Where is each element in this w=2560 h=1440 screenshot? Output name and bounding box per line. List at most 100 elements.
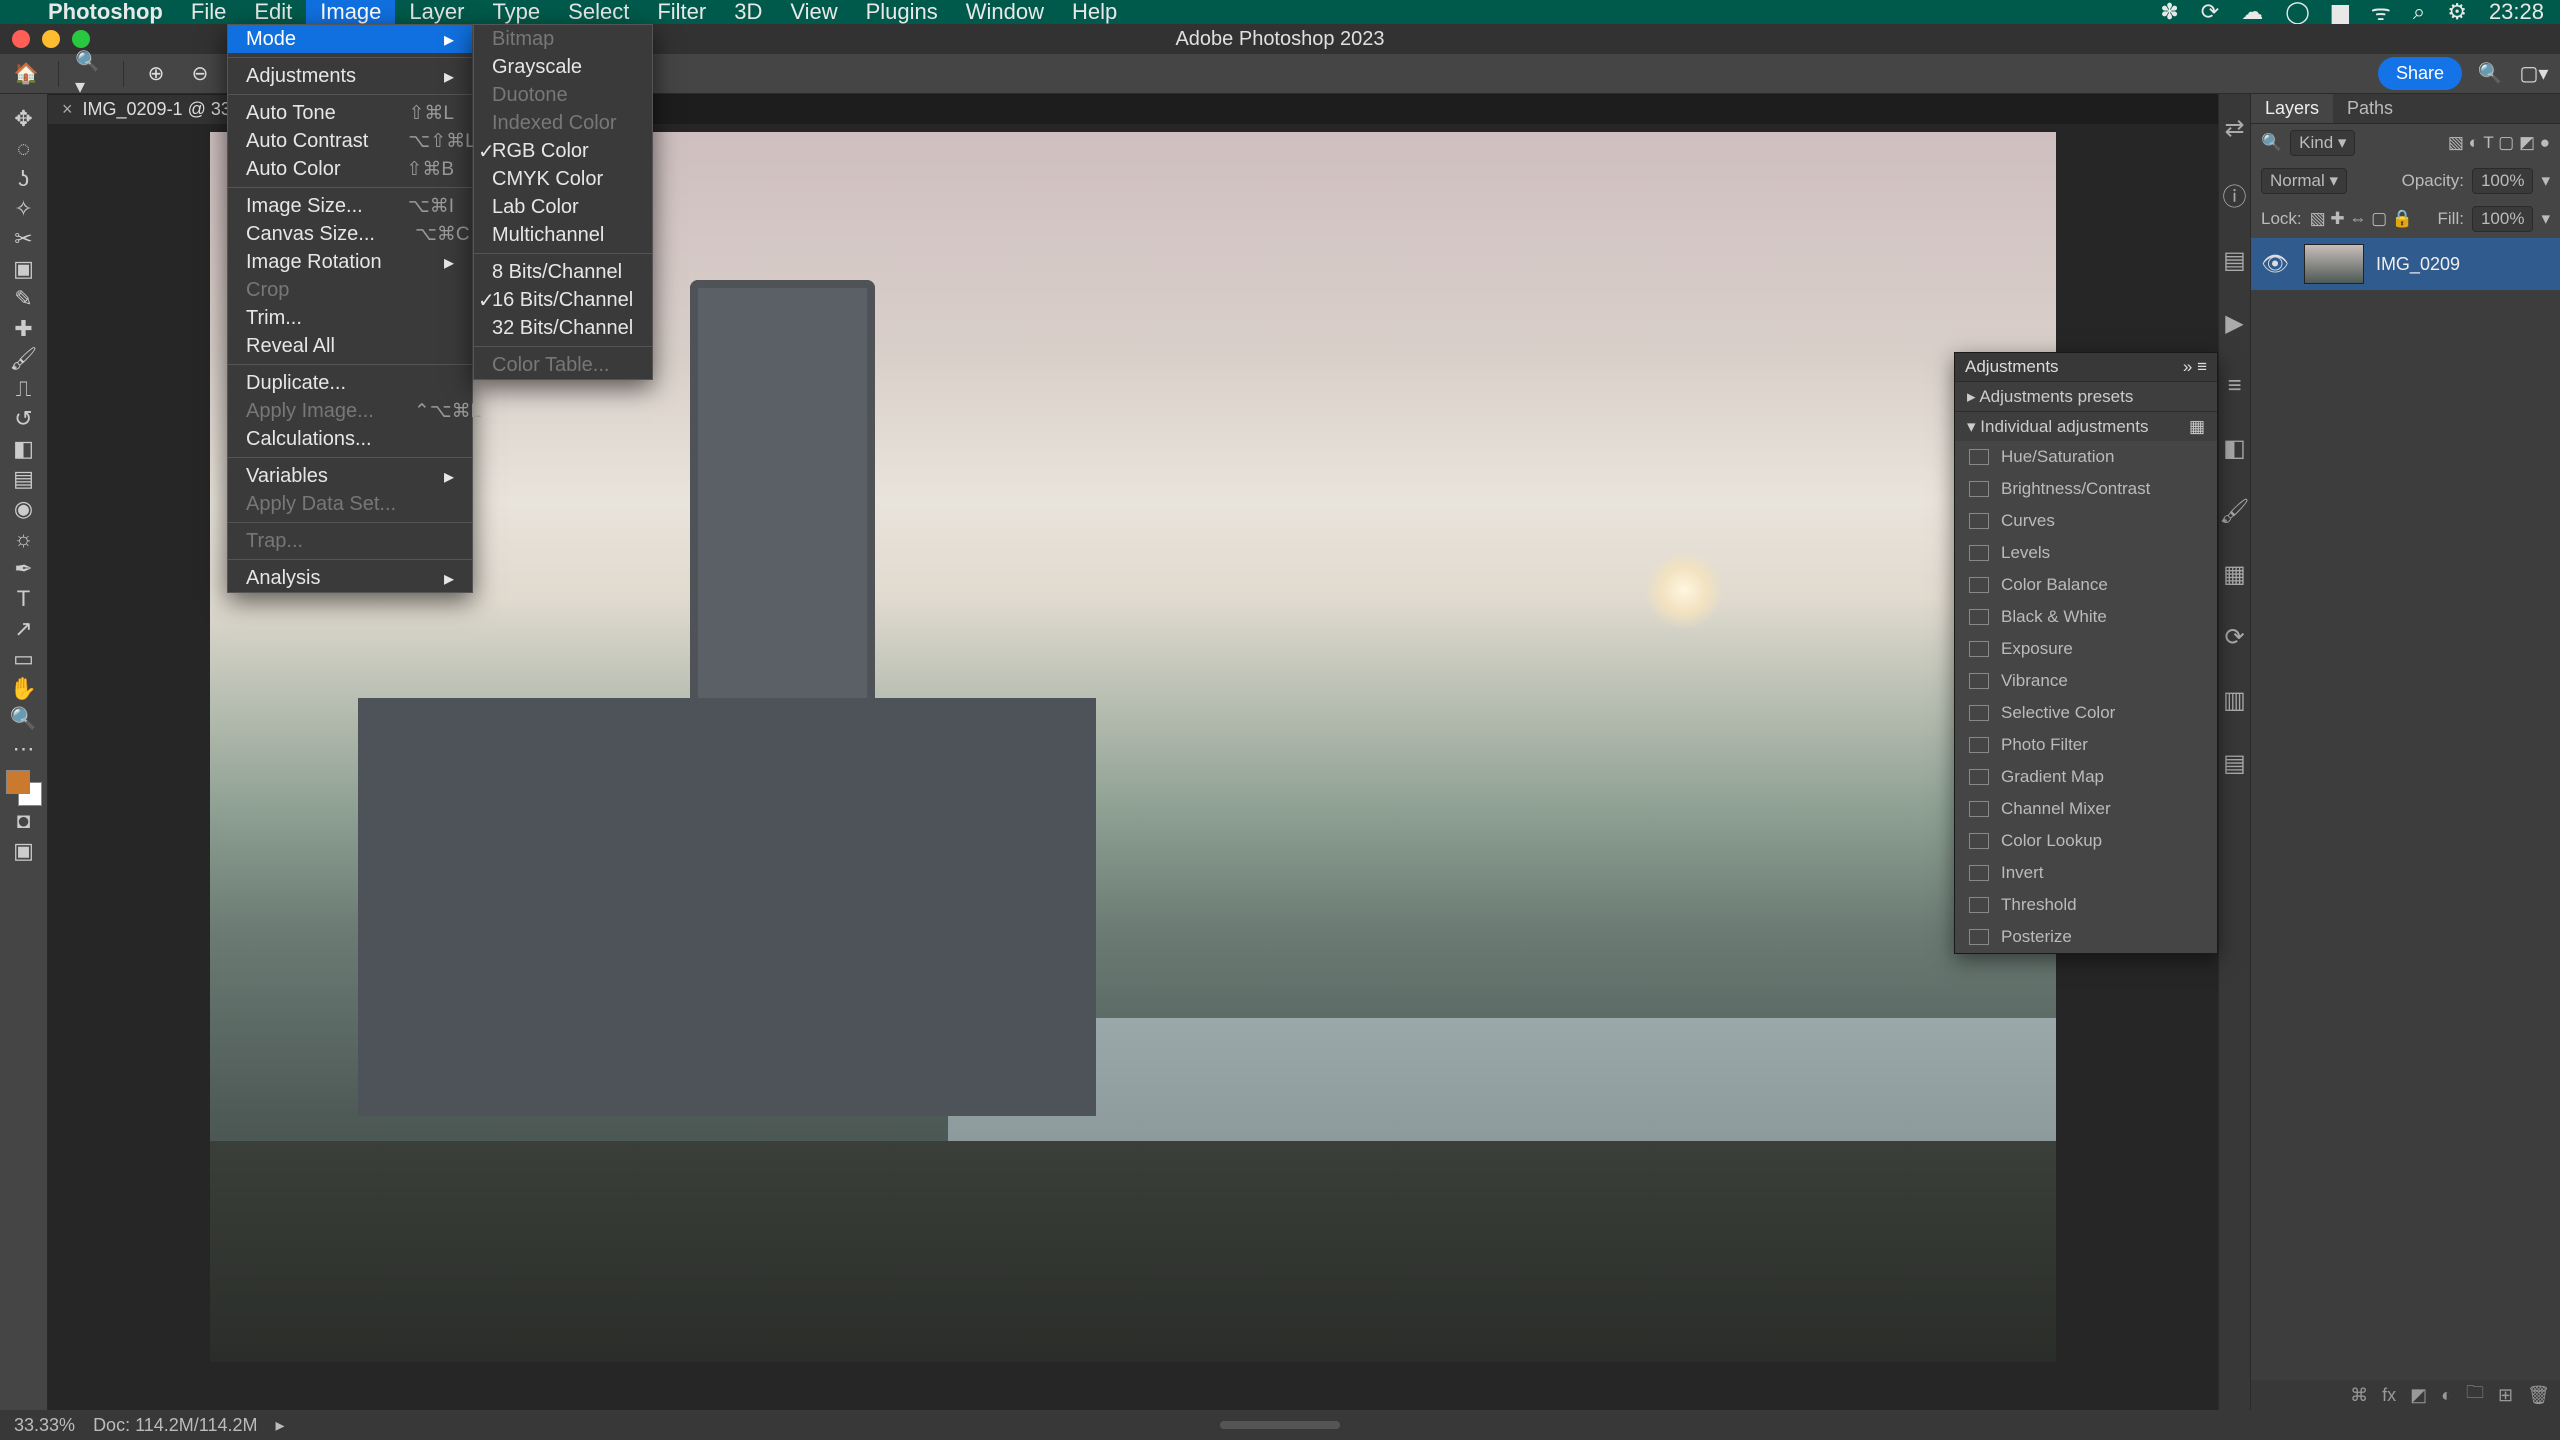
color-swatches[interactable]	[6, 770, 42, 806]
adjustment-channel-mixer[interactable]: Channel Mixer	[1955, 793, 2217, 825]
menu-window[interactable]: Window	[952, 0, 1058, 24]
menu-filter[interactable]: Filter	[643, 0, 720, 24]
menu-calculations[interactable]: Calculations...	[228, 425, 472, 453]
menu-edit[interactable]: Edit	[240, 0, 306, 24]
zoom-out-icon[interactable]: ⊖	[184, 58, 216, 90]
menu-type[interactable]: Type	[478, 0, 554, 24]
tab-layers[interactable]: Layers	[2251, 94, 2333, 123]
fill-arrow[interactable]: ▾	[2541, 209, 2550, 229]
wand-tool[interactable]: ✧	[4, 194, 44, 224]
foreground-color[interactable]	[6, 770, 30, 794]
path-tool[interactable]: ↗	[4, 614, 44, 644]
adjustment-gradient-map[interactable]: Gradient Map	[1955, 761, 2217, 793]
close-tab-icon[interactable]: ×	[62, 99, 73, 120]
menu-analysis[interactable]: Analysis▸	[228, 564, 472, 592]
menu-image[interactable]: Image	[306, 0, 395, 24]
new-layer-icon[interactable]: ⊞	[2498, 1385, 2513, 1406]
adjustment-black-white[interactable]: Black & White	[1955, 601, 2217, 633]
type-tool[interactable]: T	[4, 584, 44, 614]
mode-cmyk[interactable]: CMYK Color	[474, 165, 652, 193]
menu-plugins[interactable]: Plugins	[852, 0, 952, 24]
layer-style-icon[interactable]: fx	[2382, 1385, 2396, 1406]
adjustments-header[interactable]: Adjustments » ≡	[1955, 353, 2217, 381]
adjustment-levels[interactable]: Levels	[1955, 537, 2217, 569]
adjust-panel-icon[interactable]: ▥	[2223, 686, 2246, 715]
layer-mask-icon[interactable]: ◩	[2410, 1385, 2427, 1406]
brush-tool[interactable]: 🖌	[4, 344, 44, 374]
share-button[interactable]: Share	[2378, 57, 2462, 90]
adjustment-photo-filter[interactable]: Photo Filter	[1955, 729, 2217, 761]
screenmode-tool[interactable]: ▣	[4, 836, 44, 866]
panel-menu-icon[interactable]: » ≡	[2183, 357, 2207, 377]
menu-view[interactable]: View	[776, 0, 851, 24]
link-layers-icon[interactable]: ⌘	[2350, 1385, 2368, 1406]
lasso-tool[interactable]: ʖ	[4, 164, 44, 194]
adjustment-curves[interactable]: Curves	[1955, 505, 2217, 537]
layer-filter-icons[interactable]: ▧ ◐ T ▢ ◩ ●	[2448, 133, 2550, 153]
menu-variables[interactable]: Variables▸	[228, 462, 472, 490]
shape-tool[interactable]: ▭	[4, 644, 44, 674]
workspace-icon[interactable]: ▢▾	[2518, 58, 2550, 90]
crop-tool[interactable]: ✂	[4, 224, 44, 254]
layer-thumbnail[interactable]	[2304, 244, 2364, 284]
search-icon[interactable]: ⌕	[2413, 0, 2425, 25]
zoom-window[interactable]	[72, 30, 90, 48]
tab-paths[interactable]: Paths	[2333, 94, 2407, 123]
blend-mode-select[interactable]: Normal ▾	[2261, 168, 2347, 194]
menu-trim[interactable]: Trim...	[228, 304, 472, 332]
channels-panel-icon[interactable]: ▤	[2223, 749, 2246, 778]
home-icon[interactable]: 🏠	[10, 58, 42, 90]
circle-icon[interactable]: ◯	[2285, 0, 2310, 25]
wifi-icon[interactable]: ᯤ	[2371, 0, 2391, 27]
gradient-tool[interactable]: ▤	[4, 464, 44, 494]
cloud-icon[interactable]: ☁	[2241, 0, 2263, 25]
menu-auto-contrast[interactable]: Auto Contrast⌥⇧⌘L	[228, 127, 472, 155]
new-group-icon[interactable]: 🗀	[2466, 1380, 2484, 1410]
adjustment-vibrance[interactable]: Vibrance	[1955, 665, 2217, 697]
menu-image-size[interactable]: Image Size...⌥⌘I	[228, 192, 472, 220]
menubar-clock[interactable]: 23:28	[2489, 0, 2544, 25]
status-doc[interactable]: Doc: 114.2M/114.2M	[93, 1415, 257, 1436]
menu-auto-color[interactable]: Auto Color⇧⌘B	[228, 155, 472, 183]
adjustment-invert[interactable]: Invert	[1955, 857, 2217, 889]
properties-panel-icon[interactable]: ▤	[2223, 246, 2246, 275]
swatches-panel-icon[interactable]: ◧	[2223, 434, 2246, 463]
menu-mode[interactable]: Mode▸	[228, 25, 472, 53]
window-resize-handle[interactable]	[1220, 1421, 1340, 1429]
adjustment-color-lookup[interactable]: Color Lookup	[1955, 825, 2217, 857]
refresh-panel-icon[interactable]: ⟳	[2224, 623, 2244, 652]
menu-3d[interactable]: 3D	[720, 0, 776, 24]
minimize-window[interactable]	[42, 30, 60, 48]
adjustment-brightness-contrast[interactable]: Brightness/Contrast	[1955, 473, 2217, 505]
libraries-panel-icon[interactable]: ≡	[2227, 372, 2241, 400]
mode-grayscale[interactable]: Grayscale	[474, 53, 652, 81]
opacity-arrow[interactable]: ▾	[2541, 171, 2550, 191]
move-tool[interactable]: ✥	[4, 104, 44, 134]
mode-16bit[interactable]: ✓16 Bits/Channel	[474, 286, 652, 314]
layer-item[interactable]: 👁 IMG_0209	[2251, 238, 2560, 290]
menu-reveal-all[interactable]: Reveal All	[228, 332, 472, 360]
menu-duplicate[interactable]: Duplicate...	[228, 369, 472, 397]
search-icon[interactable]: 🔍	[2261, 133, 2282, 153]
heal-tool[interactable]: ✚	[4, 314, 44, 344]
mode-32bit[interactable]: 32 Bits/Channel	[474, 314, 652, 342]
menu-auto-tone[interactable]: Auto Tone⇧⌘L	[228, 99, 472, 127]
adjustment-threshold[interactable]: Threshold	[1955, 889, 2217, 921]
individual-adjustments-section[interactable]: ▾ Individual adjustments ▦	[1955, 411, 2217, 441]
menu-file[interactable]: File	[177, 0, 240, 24]
opacity-field[interactable]: 100%	[2472, 168, 2533, 194]
new-adjustment-icon[interactable]: ◐	[2441, 1385, 2452, 1406]
zoom-tool-icon[interactable]: 🔍▾	[75, 58, 107, 90]
delete-layer-icon[interactable]: 🗑	[2527, 1385, 2550, 1406]
lock-icons[interactable]: ▧ ✚ ⇔ ▢ 🔒	[2310, 209, 2413, 229]
menu-image-rotation[interactable]: Image Rotation▸	[228, 248, 472, 276]
layers-list[interactable]: 👁 IMG_0209	[2251, 238, 2560, 1380]
adjustment-hue-saturation[interactable]: Hue/Saturation	[1955, 441, 2217, 473]
color-panel-icon[interactable]: ⇄	[2224, 114, 2244, 143]
menu-select[interactable]: Select	[554, 0, 643, 24]
layer-kind-select[interactable]: Kind ▾	[2290, 130, 2355, 156]
status-icon[interactable]: ✽	[2160, 0, 2178, 25]
dodge-tool[interactable]: ☼	[4, 524, 44, 554]
adjustments-presets-section[interactable]: ▸ Adjustments presets	[1955, 381, 2217, 411]
zoom-tool[interactable]: 🔍	[4, 704, 44, 734]
